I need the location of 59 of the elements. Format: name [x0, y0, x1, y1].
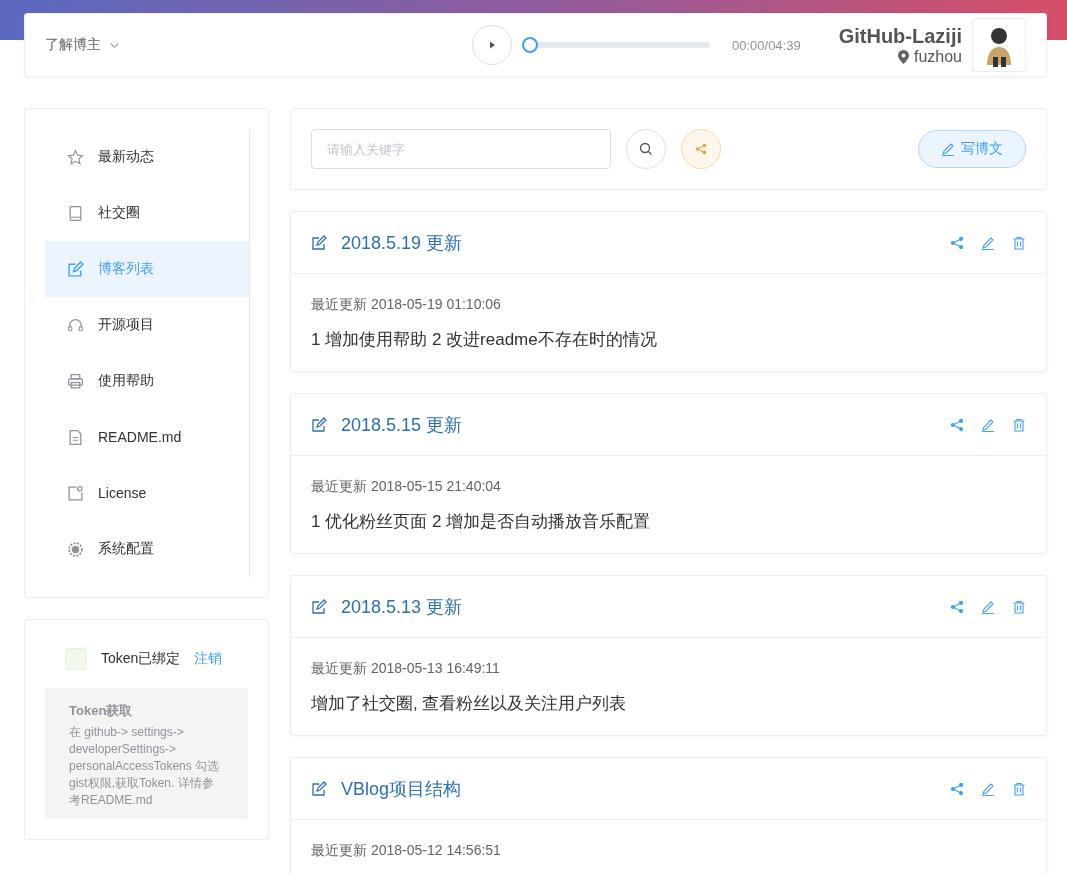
- share-icon[interactable]: [950, 781, 964, 796]
- post-updated-time: 最近更新 2018-05-12 14:56:51: [311, 842, 502, 860]
- trash-icon[interactable]: [1012, 235, 1026, 250]
- sidebar-item[interactable]: 系统配置: [45, 521, 249, 577]
- sidebar-item[interactable]: 最新动态: [45, 129, 249, 185]
- headset-icon: [67, 316, 84, 334]
- post-updated-time: 最近更新 2018-05-15 21:40:04: [311, 478, 502, 496]
- help-title: Token获取: [69, 702, 134, 720]
- share-icon[interactable]: [950, 417, 964, 432]
- search-field[interactable]: 请输入关键字: [311, 129, 611, 169]
- post-title[interactable]: 2018.5.15 更新: [341, 412, 463, 437]
- trash-icon[interactable]: [1012, 417, 1026, 432]
- share-icon[interactable]: [950, 599, 964, 614]
- edit-icon: [311, 234, 327, 251]
- sidebar-item[interactable]: 社交圈: [45, 185, 249, 241]
- post-summary: 增加了社交圈, 查看粉丝以及关注用户列表: [311, 693, 628, 715]
- tablet-icon: [67, 204, 84, 222]
- help-text: 在 github-> settings-> developerSettings-> personalAccessTokens 勾选gist权限,获取Token. 详情参考README.md: [69, 724, 221, 809]
- post-title[interactable]: VBlog项目结构: [341, 776, 462, 801]
- location-pin-icon: [897, 49, 909, 64]
- pencil-icon[interactable]: [981, 599, 995, 614]
- pencil-icon: [941, 142, 955, 156]
- star-icon: [67, 148, 84, 166]
- sidebar-item[interactable]: README.md: [45, 409, 249, 465]
- trash-icon[interactable]: [1012, 781, 1026, 796]
- token-status-square: [65, 648, 87, 670]
- edit-icon: [67, 260, 84, 278]
- post-title[interactable]: 2018.5.13 更新: [341, 594, 463, 619]
- gear-icon: [67, 540, 84, 558]
- sidebar-item[interactable]: 使用帮助: [45, 353, 249, 409]
- edit-icon: [311, 416, 327, 433]
- share-button[interactable]: [681, 129, 721, 169]
- token-status: Token已绑定: [101, 650, 181, 668]
- trash-icon[interactable]: [1012, 599, 1026, 614]
- tag-icon: [67, 484, 84, 502]
- avatar-silhouette: [972, 18, 1026, 72]
- pencil-icon[interactable]: [981, 417, 995, 432]
- post-updated-time: 最近更新 2018-05-13 16:49:11: [311, 660, 501, 678]
- edit-icon: [311, 598, 327, 615]
- post-title[interactable]: 2018.5.19 更新: [341, 230, 463, 255]
- document-icon: [67, 428, 84, 446]
- post-updated-time: 最近更新 2018-05-19 01:10:06: [311, 296, 502, 314]
- about-dropdown[interactable]: 了解博主: [45, 36, 120, 54]
- edit-icon: [311, 780, 327, 797]
- user-location: fuzhou: [913, 47, 962, 66]
- pencil-icon[interactable]: [981, 781, 995, 796]
- pencil-icon[interactable]: [981, 235, 995, 250]
- printer-icon: [67, 372, 84, 390]
- user-name: GitHub-Laziji: [838, 24, 962, 48]
- share-icon[interactable]: [950, 235, 964, 250]
- sidebar-item[interactable]: 开源项目: [45, 297, 249, 353]
- track-time: 00:00/04:39: [732, 37, 801, 53]
- sidebar-item[interactable]: License: [45, 465, 249, 521]
- search-icon: [639, 142, 653, 156]
- share-icon: [695, 143, 707, 155]
- post-summary: 1 优化粉丝页面 2 增加是否自动播放音乐配置: [311, 511, 652, 533]
- search-button[interactable]: [626, 129, 666, 169]
- progress-handle[interactable]: [522, 37, 538, 53]
- post-summary: 1 增加使用帮助 2 改进readme不存在时的情况: [311, 329, 658, 351]
